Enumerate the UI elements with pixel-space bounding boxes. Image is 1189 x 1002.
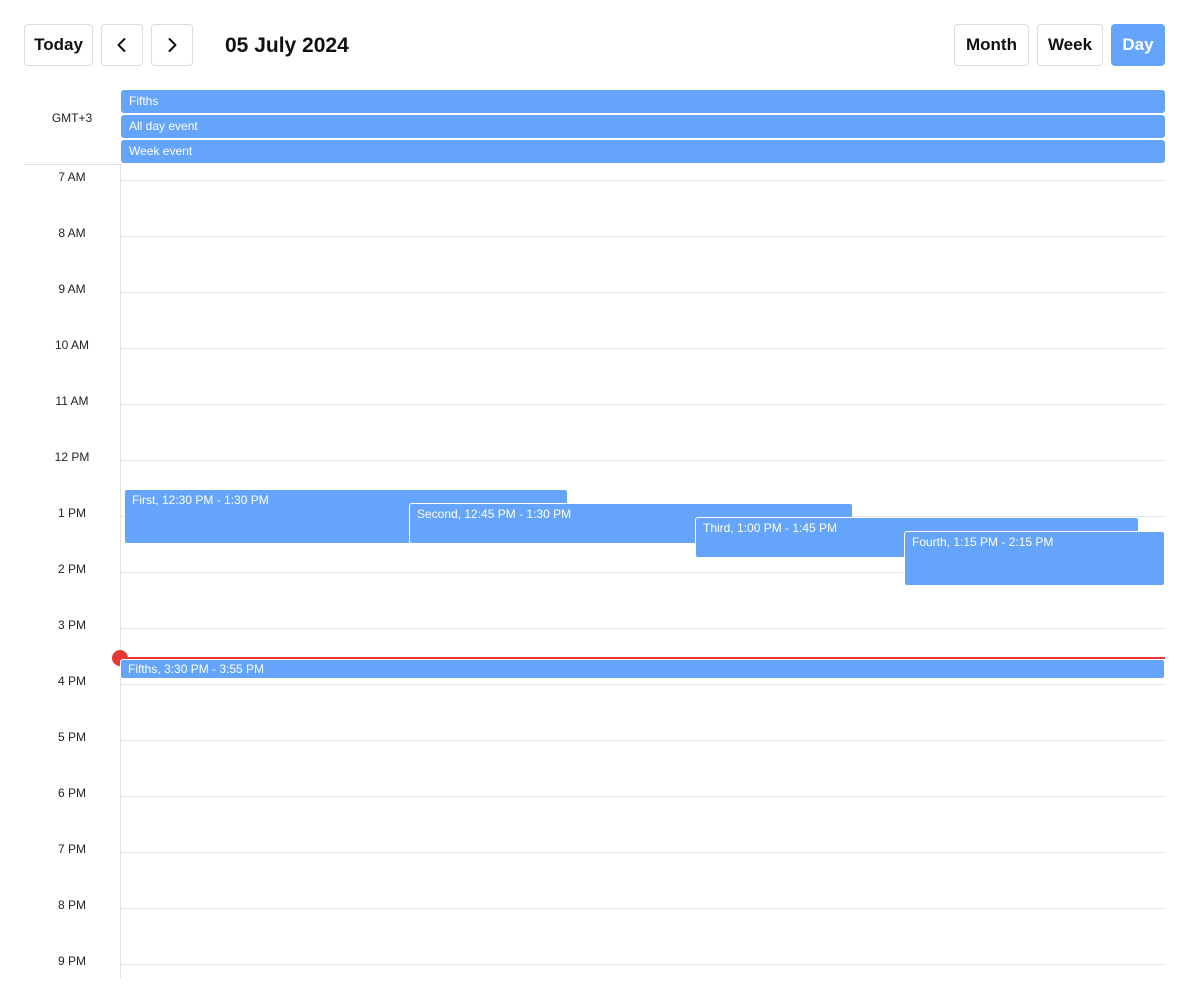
next-button[interactable] bbox=[151, 24, 193, 66]
all-day-event[interactable]: All day event bbox=[121, 115, 1165, 138]
hour-gridline bbox=[121, 292, 1165, 293]
chevron-left-icon bbox=[117, 38, 126, 52]
calendar-event[interactable]: Fifths, 3:30 PM - 3:55 PM bbox=[120, 659, 1165, 679]
hour-label: 2 PM bbox=[57, 562, 86, 576]
hour-label: 7 PM bbox=[57, 842, 86, 856]
hour-label: 8 AM bbox=[58, 226, 86, 240]
day-view-button[interactable]: Day bbox=[1111, 24, 1165, 66]
hour-label: 5 PM bbox=[57, 730, 86, 744]
hour-gridline bbox=[121, 684, 1165, 685]
hour-label: 6 PM bbox=[57, 786, 86, 800]
previous-button[interactable] bbox=[101, 24, 143, 66]
today-button[interactable]: Today bbox=[24, 24, 93, 66]
hour-label: 10 AM bbox=[54, 338, 90, 352]
calendar-event[interactable]: Fourth, 1:15 PM - 2:15 PM bbox=[904, 531, 1165, 586]
hour-label: 12 PM bbox=[54, 450, 90, 464]
hour-gridline bbox=[121, 908, 1165, 909]
hour-label: 11 AM bbox=[55, 394, 89, 408]
month-view-button[interactable]: Month bbox=[954, 24, 1029, 66]
all-day-event[interactable]: Week event bbox=[121, 140, 1165, 163]
hour-gridline bbox=[121, 628, 1165, 629]
hour-label: 1 PM bbox=[57, 506, 86, 520]
hour-gridline bbox=[121, 348, 1165, 349]
hour-gridline bbox=[121, 180, 1165, 181]
hour-label: 3 PM bbox=[57, 618, 86, 632]
header-divider bbox=[24, 164, 120, 165]
hour-gridline bbox=[121, 740, 1165, 741]
chevron-right-icon bbox=[168, 38, 177, 52]
hour-gridline bbox=[121, 964, 1165, 965]
timezone-label: GMT+3 bbox=[51, 111, 93, 125]
hour-label: 8 PM bbox=[57, 898, 86, 912]
hour-gridline bbox=[121, 852, 1165, 853]
time-gutter-divider bbox=[120, 164, 121, 978]
hour-label: 9 AM bbox=[58, 282, 86, 296]
hour-gridline bbox=[121, 236, 1165, 237]
hour-gridline bbox=[121, 404, 1165, 405]
date-title: 05 July 2024 bbox=[225, 34, 349, 57]
hour-label: 7 AM bbox=[58, 170, 86, 184]
week-view-button[interactable]: Week bbox=[1037, 24, 1103, 66]
all-day-event[interactable]: Fifths bbox=[121, 90, 1165, 113]
hour-label: 4 PM bbox=[57, 674, 86, 688]
hour-gridline bbox=[121, 460, 1165, 461]
hour-gridline bbox=[121, 796, 1165, 797]
hour-label: 9 PM bbox=[57, 954, 86, 968]
